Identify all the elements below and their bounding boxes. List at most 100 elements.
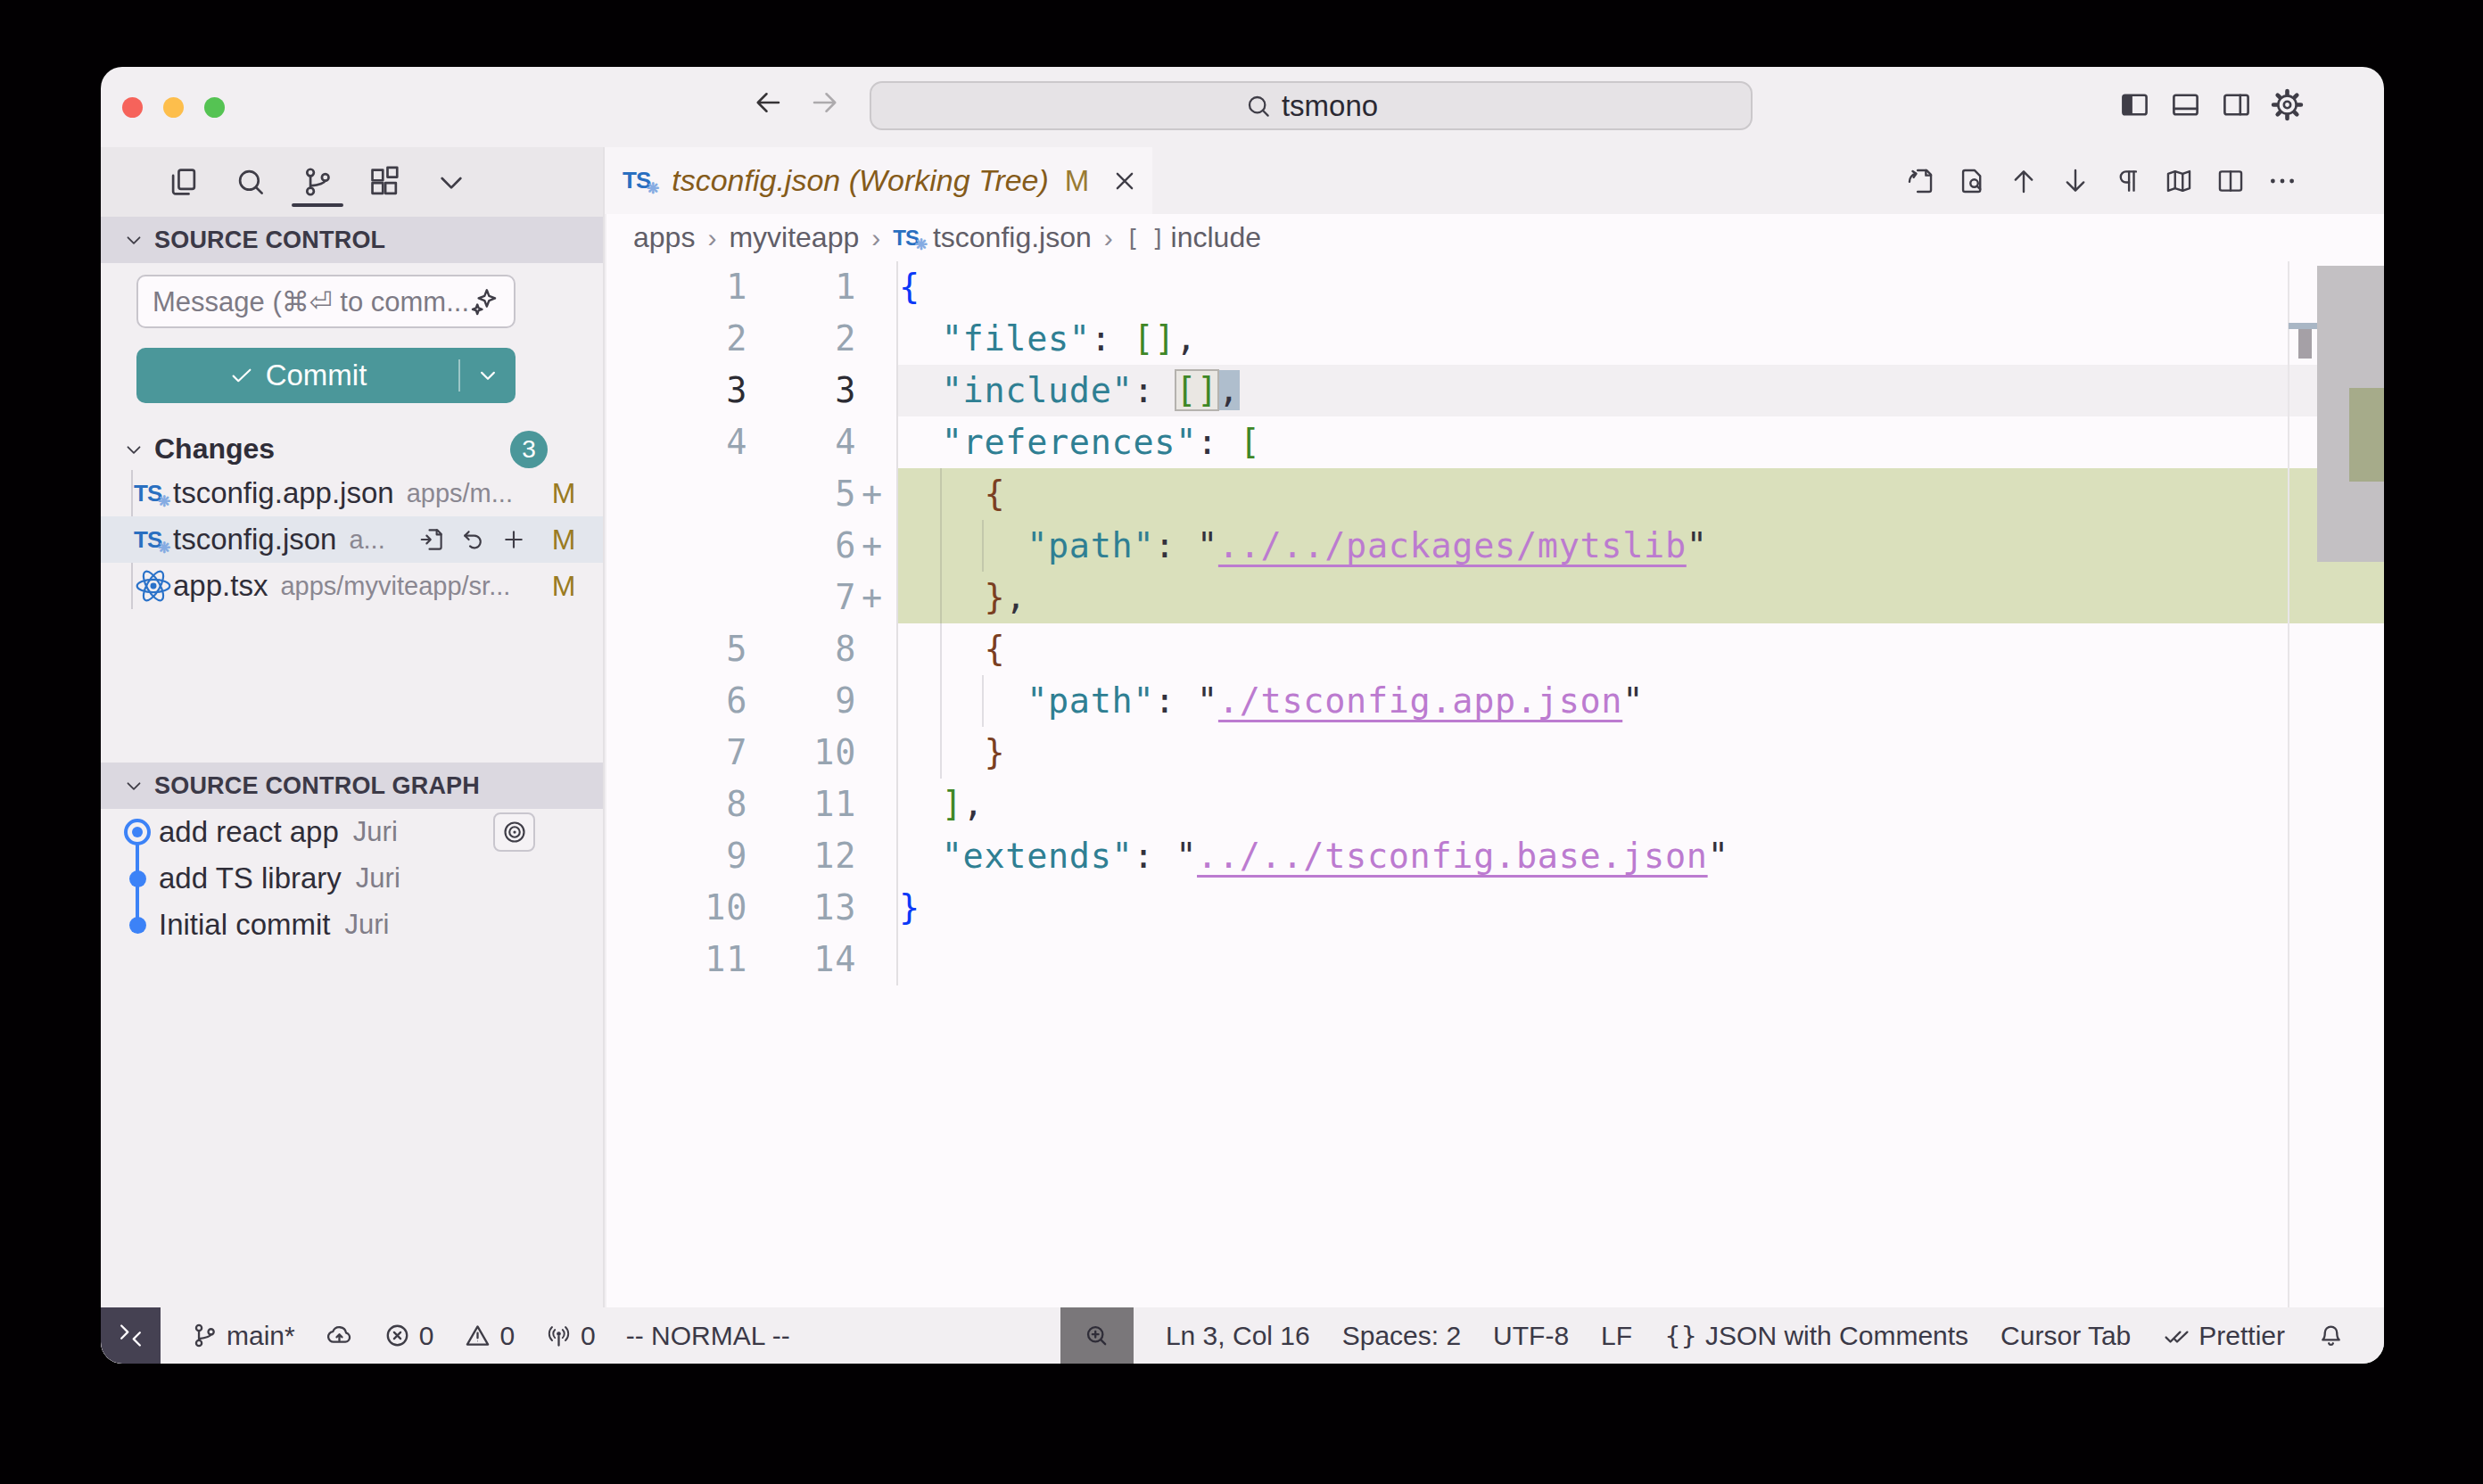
search-value: tsmono [1282,89,1378,123]
tab-tsconfig-json[interactable]: TS❋ tsconfig.json (Working Tree) M [605,147,1152,214]
status-json-with-comments[interactable]: {}JSON with Comments [1664,1321,1968,1351]
status-utf-8[interactable]: UTF-8 [1493,1321,1569,1351]
file-search-button[interactable] [1956,161,1988,202]
status-prettier[interactable]: Prettier [2163,1321,2285,1351]
status-cursor-tab[interactable]: Cursor Tab [2000,1321,2131,1351]
open-changes-button[interactable] [1904,161,1936,202]
breadcrumb-tsconfig.json[interactable]: TS❋tsconfig.json [893,221,1092,254]
double-check-icon [2163,1322,2190,1349]
commit-message: add TS library [159,862,342,895]
change-item-tsconfig.app.json[interactable]: TS❋tsconfig.app.jsonapps/m...M [101,470,603,516]
split-editor-button[interactable] [2215,161,2247,202]
status-lf[interactable]: LF [1601,1321,1632,1351]
old-line-number: 8 [606,779,747,830]
commit-message-input[interactable]: Message (⌘⏎ to comm... [136,275,516,328]
pilcrow-button[interactable] [2111,161,2143,202]
activity-files-button[interactable] [165,157,202,207]
activity-chevron-down-button[interactable] [433,157,470,207]
tab-bar: TS❋ tsconfig.json (Working Tree) M [606,147,2384,214]
close-window-button[interactable] [122,97,143,118]
added-marker [856,882,896,934]
changes-section-header[interactable]: Changes 3 [101,428,603,470]
status-bell[interactable] [2317,1322,2345,1349]
breadcrumb: apps›myviteapp›TS❋tsconfig.json›[ ]inclu… [606,214,2384,261]
maximize-window-button[interactable] [204,97,225,118]
overview-added-mark [2349,388,2384,482]
code-line-10: 710 } [606,727,2384,779]
added-marker [856,365,896,416]
code-line-6: 6+ "path": "../../packages/mytslib" [606,520,2384,572]
breadcrumb-include[interactable]: [ ]include [1126,221,1261,254]
commit-add-TS-library[interactable]: add TS library Juri [101,855,603,902]
change-item-tsconfig.json[interactable]: TS❋tsconfig.jsona...M [101,516,603,563]
code-line-1: 11{ [606,261,2384,313]
code-line-9: 69 "path": "./tsconfig.app.json" [606,675,2384,727]
braces-icon: {} [1664,1321,1697,1351]
branch-icon [191,1322,219,1349]
source-control-graph-header[interactable]: SOURCE CONTROL GRAPH [101,763,603,809]
ellipsis-button[interactable] [2266,161,2298,202]
tab-close-button[interactable] [1111,168,1138,194]
file-path: a... [349,525,418,555]
commit-Initial-commit[interactable]: Initial commitJuri [101,902,603,948]
status-0[interactable]: 0 [384,1321,434,1351]
status-0[interactable]: 0 [545,1321,596,1351]
status-0[interactable]: 0 [464,1321,515,1351]
panel-bottom-button[interactable] [2169,88,2202,121]
status-normal[interactable]: -- NORMAL -- [626,1321,790,1351]
commit-add-react-app[interactable]: add react appJuri [101,809,603,855]
minimize-window-button[interactable] [163,97,184,118]
typescript-file-icon: TS❋ [623,167,650,194]
added-marker [856,623,896,675]
status-remote[interactable] [101,1307,161,1364]
added-marker [856,313,896,365]
checkout-target-button[interactable] [493,812,535,852]
map-icon [2164,166,2194,196]
discard-button[interactable] [459,526,486,553]
breadcrumb-apps[interactable]: apps [633,221,695,254]
panel-left-button[interactable] [2118,88,2151,121]
change-item-app.tsx[interactable]: app.tsxapps/myviteapp/sr...M [101,563,603,609]
old-line-number: 5 [606,623,747,675]
map-button[interactable] [2163,161,2195,202]
chevron-down-icon [122,774,145,797]
arrow-up-button[interactable] [2008,161,2040,202]
command-center-search[interactable]: tsmono [870,81,1753,130]
file-path: apps/myviteapp/sr... [280,572,536,601]
warning-icon [464,1322,491,1349]
go-to-file-icon [418,526,445,553]
forward-button[interactable] [809,87,841,119]
gear-button[interactable] [2271,88,2304,121]
panel-right-button[interactable] [2220,88,2253,121]
code-line-3: 33 "include": [], [606,365,2384,416]
status-ln-3-col-16[interactable]: Ln 3, Col 16 [1166,1321,1310,1351]
go-to-file-button[interactable] [418,526,445,553]
diff-editor[interactable]: 11{22 "files": [],33 "include": [],44 "r… [606,261,2384,1307]
arrow-down-button[interactable] [2059,161,2091,202]
arrow-up-icon [2009,166,2039,196]
commit-button[interactable]: Commit [136,348,516,403]
split-editor-icon [2215,166,2246,196]
activity-source-control-button[interactable] [299,157,336,207]
status-cloud-upload[interactable] [326,1322,353,1349]
activity-extensions-button[interactable] [366,157,403,207]
commit-dropdown-button[interactable] [460,362,516,389]
status-main[interactable]: main* [191,1321,295,1351]
commit-author: Juri [356,862,603,895]
activity-search-button[interactable] [232,157,269,207]
source-control-header[interactable]: SOURCE CONTROL [101,217,603,263]
new-line-number: 5 [747,468,856,520]
breadcrumb-myviteapp[interactable]: myviteapp [729,221,859,254]
status-zoom-in[interactable] [1060,1307,1134,1364]
file-path: apps/m... [407,479,536,508]
panel-right-icon [2220,88,2253,121]
sparkle-icon [469,286,499,317]
extensions-icon [367,165,401,199]
code-line-2: 22 "files": [], [606,313,2384,365]
status-spaces-2[interactable]: Spaces: 2 [1342,1321,1461,1351]
back-button[interactable] [752,87,784,119]
indent-guide [982,675,984,727]
stage-button[interactable] [500,526,527,553]
added-marker [856,675,896,727]
modified-badge: M [536,570,591,603]
